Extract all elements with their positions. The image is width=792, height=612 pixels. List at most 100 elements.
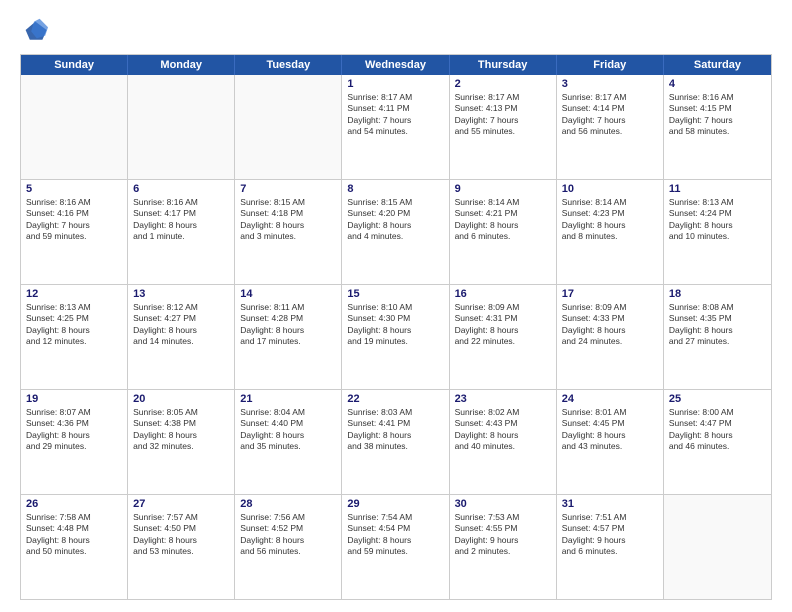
day-info: Sunrise: 8:17 AM Sunset: 4:11 PM Dayligh… (347, 92, 443, 138)
day-info: Sunrise: 8:01 AM Sunset: 4:45 PM Dayligh… (562, 407, 658, 453)
day-number: 28 (240, 498, 336, 510)
day-number: 24 (562, 393, 658, 405)
day-info: Sunrise: 8:11 AM Sunset: 4:28 PM Dayligh… (240, 302, 336, 348)
day-number: 23 (455, 393, 551, 405)
day-cell: 25 Sunrise: 8:00 AM Sunset: 4:47 PM Dayli… (664, 390, 771, 494)
day-cell: 3Sunrise: 8:17 AM Sunset: 4:14 PM Daylig… (557, 75, 664, 179)
day-cell: 18 Sunrise: 8:08 AM Sunset: 4:35 PM Dayli… (664, 285, 771, 389)
day-cell: 21 Sunrise: 8:04 AM Sunset: 4:40 PM Dayli… (235, 390, 342, 494)
day-number: 13 (133, 288, 229, 300)
day-cell: 19Sunrise: 8:07 AM Sunset: 4:36 PM Dayli… (21, 390, 128, 494)
day-number: 6 (133, 183, 229, 195)
day-cell (664, 495, 771, 599)
day-info: Sunrise: 8:00 AM Sunset: 4:47 PM Dayligh… (669, 407, 766, 453)
day-cell: 6 Sunrise: 8:16 AM Sunset: 4:17 PM Daylig… (128, 180, 235, 284)
day-number: 21 (240, 393, 336, 405)
day-info: Sunrise: 8:04 AM Sunset: 4:40 PM Dayligh… (240, 407, 336, 453)
day-header-monday: Monday (128, 55, 235, 75)
day-number: 18 (669, 288, 766, 300)
day-number: 4 (669, 78, 766, 90)
day-info: Sunrise: 8:14 AM Sunset: 4:23 PM Dayligh… (562, 197, 658, 243)
day-number: 5 (26, 183, 122, 195)
day-info: Sunrise: 8:16 AM Sunset: 4:15 PM Dayligh… (669, 92, 766, 138)
day-number: 14 (240, 288, 336, 300)
day-cell: 17Sunrise: 8:09 AM Sunset: 4:33 PM Dayli… (557, 285, 664, 389)
day-info: Sunrise: 8:13 AM Sunset: 4:25 PM Dayligh… (26, 302, 122, 348)
day-cell: 11 Sunrise: 8:13 AM Sunset: 4:24 PM Dayli… (664, 180, 771, 284)
day-number: 20 (133, 393, 229, 405)
day-info: Sunrise: 8:16 AM Sunset: 4:17 PM Dayligh… (133, 197, 229, 243)
day-number: 25 (669, 393, 766, 405)
weeks: 1 Sunrise: 8:17 AM Sunset: 4:11 PM Daylig… (21, 75, 771, 599)
day-number: 1 (347, 78, 443, 90)
day-info: Sunrise: 8:02 AM Sunset: 4:43 PM Dayligh… (455, 407, 551, 453)
day-cell: 4 Sunrise: 8:16 AM Sunset: 4:15 PM Daylig… (664, 75, 771, 179)
day-number: 9 (455, 183, 551, 195)
day-number: 27 (133, 498, 229, 510)
day-number: 15 (347, 288, 443, 300)
day-header-tuesday: Tuesday (235, 55, 342, 75)
day-info: Sunrise: 7:54 AM Sunset: 4:54 PM Dayligh… (347, 512, 443, 558)
day-info: Sunrise: 8:12 AM Sunset: 4:27 PM Dayligh… (133, 302, 229, 348)
day-info: Sunrise: 7:53 AM Sunset: 4:55 PM Dayligh… (455, 512, 551, 558)
day-number: 10 (562, 183, 658, 195)
day-header-friday: Friday (557, 55, 664, 75)
day-cell: 1 Sunrise: 8:17 AM Sunset: 4:11 PM Daylig… (342, 75, 449, 179)
day-cell: 26Sunrise: 7:58 AM Sunset: 4:48 PM Dayli… (21, 495, 128, 599)
header (20, 16, 772, 44)
day-info: Sunrise: 8:10 AM Sunset: 4:30 PM Dayligh… (347, 302, 443, 348)
day-cell: 28 Sunrise: 7:56 AM Sunset: 4:52 PM Dayli… (235, 495, 342, 599)
calendar: SundayMondayTuesdayWednesdayThursdayFrid… (20, 54, 772, 600)
day-cell: 29 Sunrise: 7:54 AM Sunset: 4:54 PM Dayli… (342, 495, 449, 599)
day-number: 16 (455, 288, 551, 300)
day-cell: 7 Sunrise: 8:15 AM Sunset: 4:18 PM Daylig… (235, 180, 342, 284)
day-info: Sunrise: 8:16 AM Sunset: 4:16 PM Dayligh… (26, 197, 122, 243)
day-info: Sunrise: 8:15 AM Sunset: 4:18 PM Dayligh… (240, 197, 336, 243)
page: SundayMondayTuesdayWednesdayThursdayFrid… (0, 0, 792, 612)
day-cell: 9 Sunrise: 8:14 AM Sunset: 4:21 PM Daylig… (450, 180, 557, 284)
day-number: 29 (347, 498, 443, 510)
day-info: Sunrise: 8:14 AM Sunset: 4:21 PM Dayligh… (455, 197, 551, 243)
day-cell: 16 Sunrise: 8:09 AM Sunset: 4:31 PM Dayli… (450, 285, 557, 389)
week-row-2: 12Sunrise: 8:13 AM Sunset: 4:25 PM Dayli… (21, 284, 771, 389)
day-number: 31 (562, 498, 658, 510)
day-header-thursday: Thursday (450, 55, 557, 75)
day-info: Sunrise: 7:56 AM Sunset: 4:52 PM Dayligh… (240, 512, 336, 558)
day-cell: 12Sunrise: 8:13 AM Sunset: 4:25 PM Dayli… (21, 285, 128, 389)
day-cell: 14 Sunrise: 8:11 AM Sunset: 4:28 PM Dayli… (235, 285, 342, 389)
day-cell: 24 Sunrise: 8:01 AM Sunset: 4:45 PM Dayli… (557, 390, 664, 494)
day-header-saturday: Saturday (664, 55, 771, 75)
week-row-0: 1 Sunrise: 8:17 AM Sunset: 4:11 PM Daylig… (21, 75, 771, 179)
day-cell: 30 Sunrise: 7:53 AM Sunset: 4:55 PM Dayli… (450, 495, 557, 599)
day-cell: 23 Sunrise: 8:02 AM Sunset: 4:43 PM Dayli… (450, 390, 557, 494)
day-number: 22 (347, 393, 443, 405)
logo-icon (20, 16, 48, 44)
day-info: Sunrise: 8:07 AM Sunset: 4:36 PM Dayligh… (26, 407, 122, 453)
day-number: 30 (455, 498, 551, 510)
day-info: Sunrise: 8:17 AM Sunset: 4:13 PM Dayligh… (455, 92, 551, 138)
logo (20, 16, 52, 44)
day-cell: 2Sunrise: 8:17 AM Sunset: 4:13 PM Daylig… (450, 75, 557, 179)
day-cell: 13 Sunrise: 8:12 AM Sunset: 4:27 PM Dayli… (128, 285, 235, 389)
day-info: Sunrise: 8:03 AM Sunset: 4:41 PM Dayligh… (347, 407, 443, 453)
week-row-4: 26Sunrise: 7:58 AM Sunset: 4:48 PM Dayli… (21, 494, 771, 599)
day-cell (21, 75, 128, 179)
day-cell (235, 75, 342, 179)
day-info: Sunrise: 7:57 AM Sunset: 4:50 PM Dayligh… (133, 512, 229, 558)
day-number: 8 (347, 183, 443, 195)
week-row-1: 5 Sunrise: 8:16 AM Sunset: 4:16 PM Daylig… (21, 179, 771, 284)
day-info: Sunrise: 8:05 AM Sunset: 4:38 PM Dayligh… (133, 407, 229, 453)
day-number: 11 (669, 183, 766, 195)
day-number: 17 (562, 288, 658, 300)
day-info: Sunrise: 7:51 AM Sunset: 4:57 PM Dayligh… (562, 512, 658, 558)
day-header-sunday: Sunday (21, 55, 128, 75)
day-info: Sunrise: 8:17 AM Sunset: 4:14 PM Dayligh… (562, 92, 658, 138)
day-info: Sunrise: 8:09 AM Sunset: 4:31 PM Dayligh… (455, 302, 551, 348)
day-info: Sunrise: 8:08 AM Sunset: 4:35 PM Dayligh… (669, 302, 766, 348)
day-number: 7 (240, 183, 336, 195)
day-info: Sunrise: 8:13 AM Sunset: 4:24 PM Dayligh… (669, 197, 766, 243)
day-info: Sunrise: 8:15 AM Sunset: 4:20 PM Dayligh… (347, 197, 443, 243)
day-cell: 20 Sunrise: 8:05 AM Sunset: 4:38 PM Dayli… (128, 390, 235, 494)
day-cell: 27 Sunrise: 7:57 AM Sunset: 4:50 PM Dayli… (128, 495, 235, 599)
day-header-wednesday: Wednesday (342, 55, 449, 75)
